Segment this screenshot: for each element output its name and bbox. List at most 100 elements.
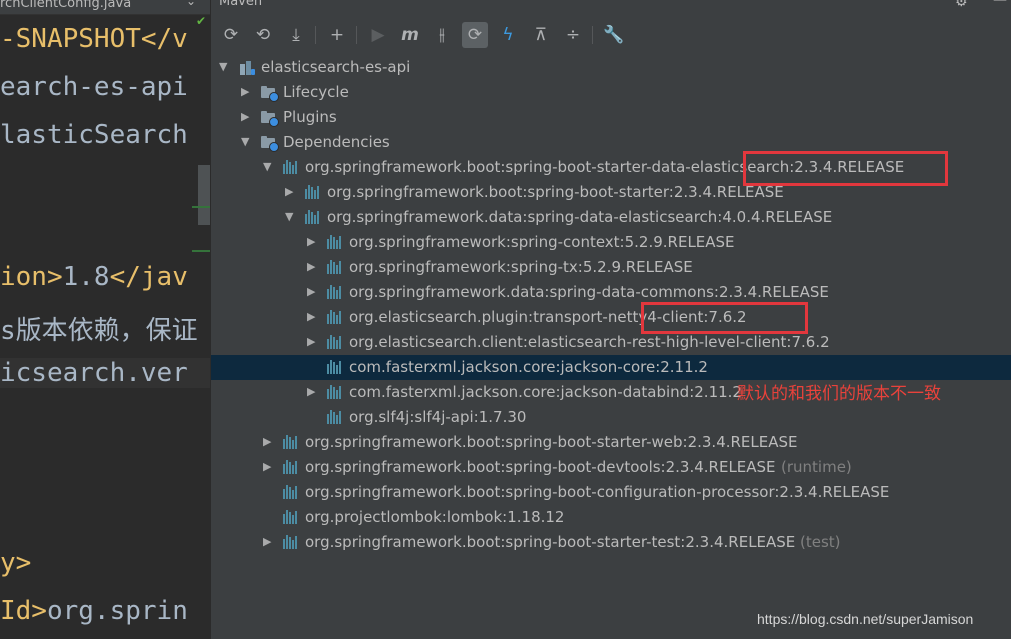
code-line: ion>1.8</jav	[0, 262, 188, 292]
library-icon	[283, 160, 299, 176]
toolbar-separator	[315, 26, 316, 44]
expand-all-icon[interactable]: ÷	[560, 22, 586, 48]
tree-row[interactable]: ▶ org.springframework.boot:spring-boot-de…	[211, 455, 1011, 480]
library-icon	[305, 210, 321, 226]
tree-item-label: org.springframework.boot:spring-boot-dev…	[305, 458, 776, 476]
tree-item-label: elasticsearch-es-api	[261, 58, 411, 76]
editor-scrollbar[interactable]	[198, 165, 210, 225]
code-line: earch-es-api	[0, 72, 188, 102]
expand-arrow-down-icon[interactable]: ▼	[241, 135, 251, 149]
code-line: lasticSearch	[0, 120, 188, 150]
tree-item-label: com.fasterxml.jackson.core:jackson-datab…	[349, 383, 742, 401]
gear-icon[interactable]: ⚙	[955, 0, 968, 10]
download-sources-icon[interactable]: ⤓	[283, 22, 309, 48]
code-line-current: icsearch.ver	[0, 358, 210, 388]
add-project-icon[interactable]: +	[324, 22, 350, 48]
expand-arrow-down-icon[interactable]: ▼	[219, 60, 229, 74]
tree-row[interactable]: ▶ org.elasticsearch.client:elasticsearch-…	[211, 330, 1011, 355]
tree-item-label: Dependencies	[283, 133, 390, 151]
run-icon[interactable]: ▶	[365, 22, 391, 48]
expand-arrow-right-icon[interactable]: ▶	[285, 185, 295, 199]
library-icon	[283, 510, 299, 526]
dependency-scope: (runtime)	[781, 458, 852, 476]
tree-row[interactable]: ▼ elasticsearch-es-api	[211, 55, 1011, 80]
expand-arrow-right-icon[interactable]: ▶	[307, 260, 317, 274]
tree-row[interactable]: ▶ org.springframework.boot:spring-boot-st…	[211, 530, 1011, 555]
editor-tab-bar: rchClientConfig.java ⌄	[0, 0, 210, 15]
tree-item-label: org.springframework.boot:spring-boot-sta…	[305, 433, 798, 451]
toggle-offline-icon[interactable]: ⫲	[429, 22, 455, 48]
tree-row[interactable]: ▶ org.springframework:spring-context:5.2.…	[211, 230, 1011, 255]
settings-wrench-icon[interactable]: 🔧	[601, 22, 627, 48]
code-editor[interactable]: rchClientConfig.java ⌄ ✔ -SNAPSHOT</v ea…	[0, 0, 210, 639]
tree-item-label: Plugins	[283, 108, 337, 126]
library-icon	[327, 235, 343, 251]
editor-tab[interactable]: rchClientConfig.java	[0, 0, 131, 14]
library-icon	[283, 435, 299, 451]
tree-item-label: org.springframework:spring-tx:5.2.9.RELE…	[349, 258, 693, 276]
code-line: Id>org.sprin	[0, 596, 188, 626]
tree-item-label: org.springframework.boot:spring-boot-con…	[305, 483, 890, 501]
library-icon	[283, 485, 299, 501]
config-folder-icon	[261, 85, 279, 102]
tree-row[interactable]: org.projectlombok:lombok:1.18.12	[211, 505, 1011, 530]
tree-row[interactable]: org.slf4j:slf4j-api:1.7.30	[211, 405, 1011, 430]
hide-panel-icon[interactable]: —	[993, 0, 1007, 8]
vcs-change-marker	[192, 206, 210, 208]
inspection-ok-icon: ✔	[196, 14, 207, 28]
expand-arrow-right-icon[interactable]: ▶	[263, 460, 273, 474]
generate-sources-icon[interactable]: ⟲	[250, 22, 276, 48]
code-line: y>	[0, 548, 32, 578]
expand-arrow-right-icon[interactable]: ▶	[263, 435, 273, 449]
expand-arrow-down-icon[interactable]: ▼	[263, 160, 273, 174]
library-icon	[327, 385, 343, 401]
expand-arrow-right-icon[interactable]: ▶	[307, 235, 317, 249]
show-dependencies-icon[interactable]: ϟ	[495, 22, 521, 48]
tree-item-label: org.springframework.boot:spring-boot-sta…	[327, 183, 784, 201]
tree-item-label: org.springframework.data:spring-data-com…	[349, 283, 829, 301]
tree-row[interactable]: ▶ org.springframework:spring-tx:5.2.9.REL…	[211, 255, 1011, 280]
code-comment-line: s版本依赖，保证	[0, 316, 198, 346]
expand-arrow-right-icon[interactable]: ▶	[307, 310, 317, 324]
tree-item-label: org.springframework.data:spring-data-ela…	[327, 208, 833, 226]
expand-arrow-right-icon[interactable]: ▶	[307, 335, 317, 349]
maven-header: Maven ⚙ —	[211, 0, 1011, 12]
tree-row[interactable]: ▶ Plugins	[211, 105, 1011, 130]
expand-arrow-right-icon[interactable]: ▶	[307, 285, 317, 299]
tree-row[interactable]: ▼ org.springframework.data:spring-data-el…	[211, 205, 1011, 230]
expand-arrow-right-icon[interactable]: ▶	[307, 385, 317, 399]
maven-title: Maven	[219, 0, 263, 9]
reload-all-icon[interactable]: ⟳	[218, 22, 244, 48]
tree-item-label: org.slf4j:slf4j-api:1.7.30	[349, 408, 527, 426]
tree-item-label: org.projectlombok:lombok:1.18.12	[305, 508, 565, 526]
expand-arrow-down-icon[interactable]: ▼	[285, 210, 295, 224]
tree-row[interactable]: ▶ Lifecycle	[211, 80, 1011, 105]
tree-item-label: org.springframework:spring-context:5.2.9…	[349, 233, 735, 251]
vcs-change-marker	[192, 250, 210, 252]
maven-tool-window: Maven ⚙ — ⟳ ⟲ ⤓ + ▶ m ⫲ ⟳ ϟ ⊼ ÷ 🔧 ▼ elast…	[210, 0, 1011, 639]
expand-arrow-right-icon[interactable]: ▶	[241, 85, 251, 99]
tree-row[interactable]: ▶ org.elasticsearch.plugin:transport-nett…	[211, 305, 1011, 330]
tree-row[interactable]: ▶ org.springframework.boot:spring-boot-st…	[211, 430, 1011, 455]
version-highlight-box	[641, 302, 808, 334]
tab-chevron-down-icon[interactable]: ⌄	[186, 0, 196, 8]
annotation-text: 默认的和我们的版本不一致	[737, 384, 941, 404]
tree-row-selected[interactable]: com.fasterxml.jackson.core:jackson-core:…	[211, 355, 1011, 380]
toolbar-separator	[592, 26, 593, 44]
library-icon	[327, 260, 343, 276]
expand-arrow-right-icon[interactable]: ▶	[241, 110, 251, 124]
code-line: -SNAPSHOT</v	[0, 24, 188, 54]
tree-item-label: org.springframework.boot:spring-boot-sta…	[305, 533, 796, 551]
tree-item-label: Lifecycle	[283, 83, 349, 101]
tree-row[interactable]: org.springframework.boot:spring-boot-con…	[211, 480, 1011, 505]
tree-row[interactable]: ▶ org.springframework.data:spring-data-co…	[211, 280, 1011, 305]
dependency-scope: (test)	[800, 533, 841, 551]
skip-tests-icon[interactable]: ⟳	[462, 22, 488, 48]
library-icon	[283, 460, 299, 476]
config-folder-icon	[261, 135, 279, 152]
execute-goal-icon[interactable]: m	[397, 22, 423, 48]
tree-item-label: org.elasticsearch.client:elasticsearch-r…	[349, 333, 830, 351]
library-icon	[327, 310, 343, 326]
expand-arrow-right-icon[interactable]: ▶	[263, 535, 273, 549]
collapse-all-icon[interactable]: ⊼	[528, 22, 554, 48]
